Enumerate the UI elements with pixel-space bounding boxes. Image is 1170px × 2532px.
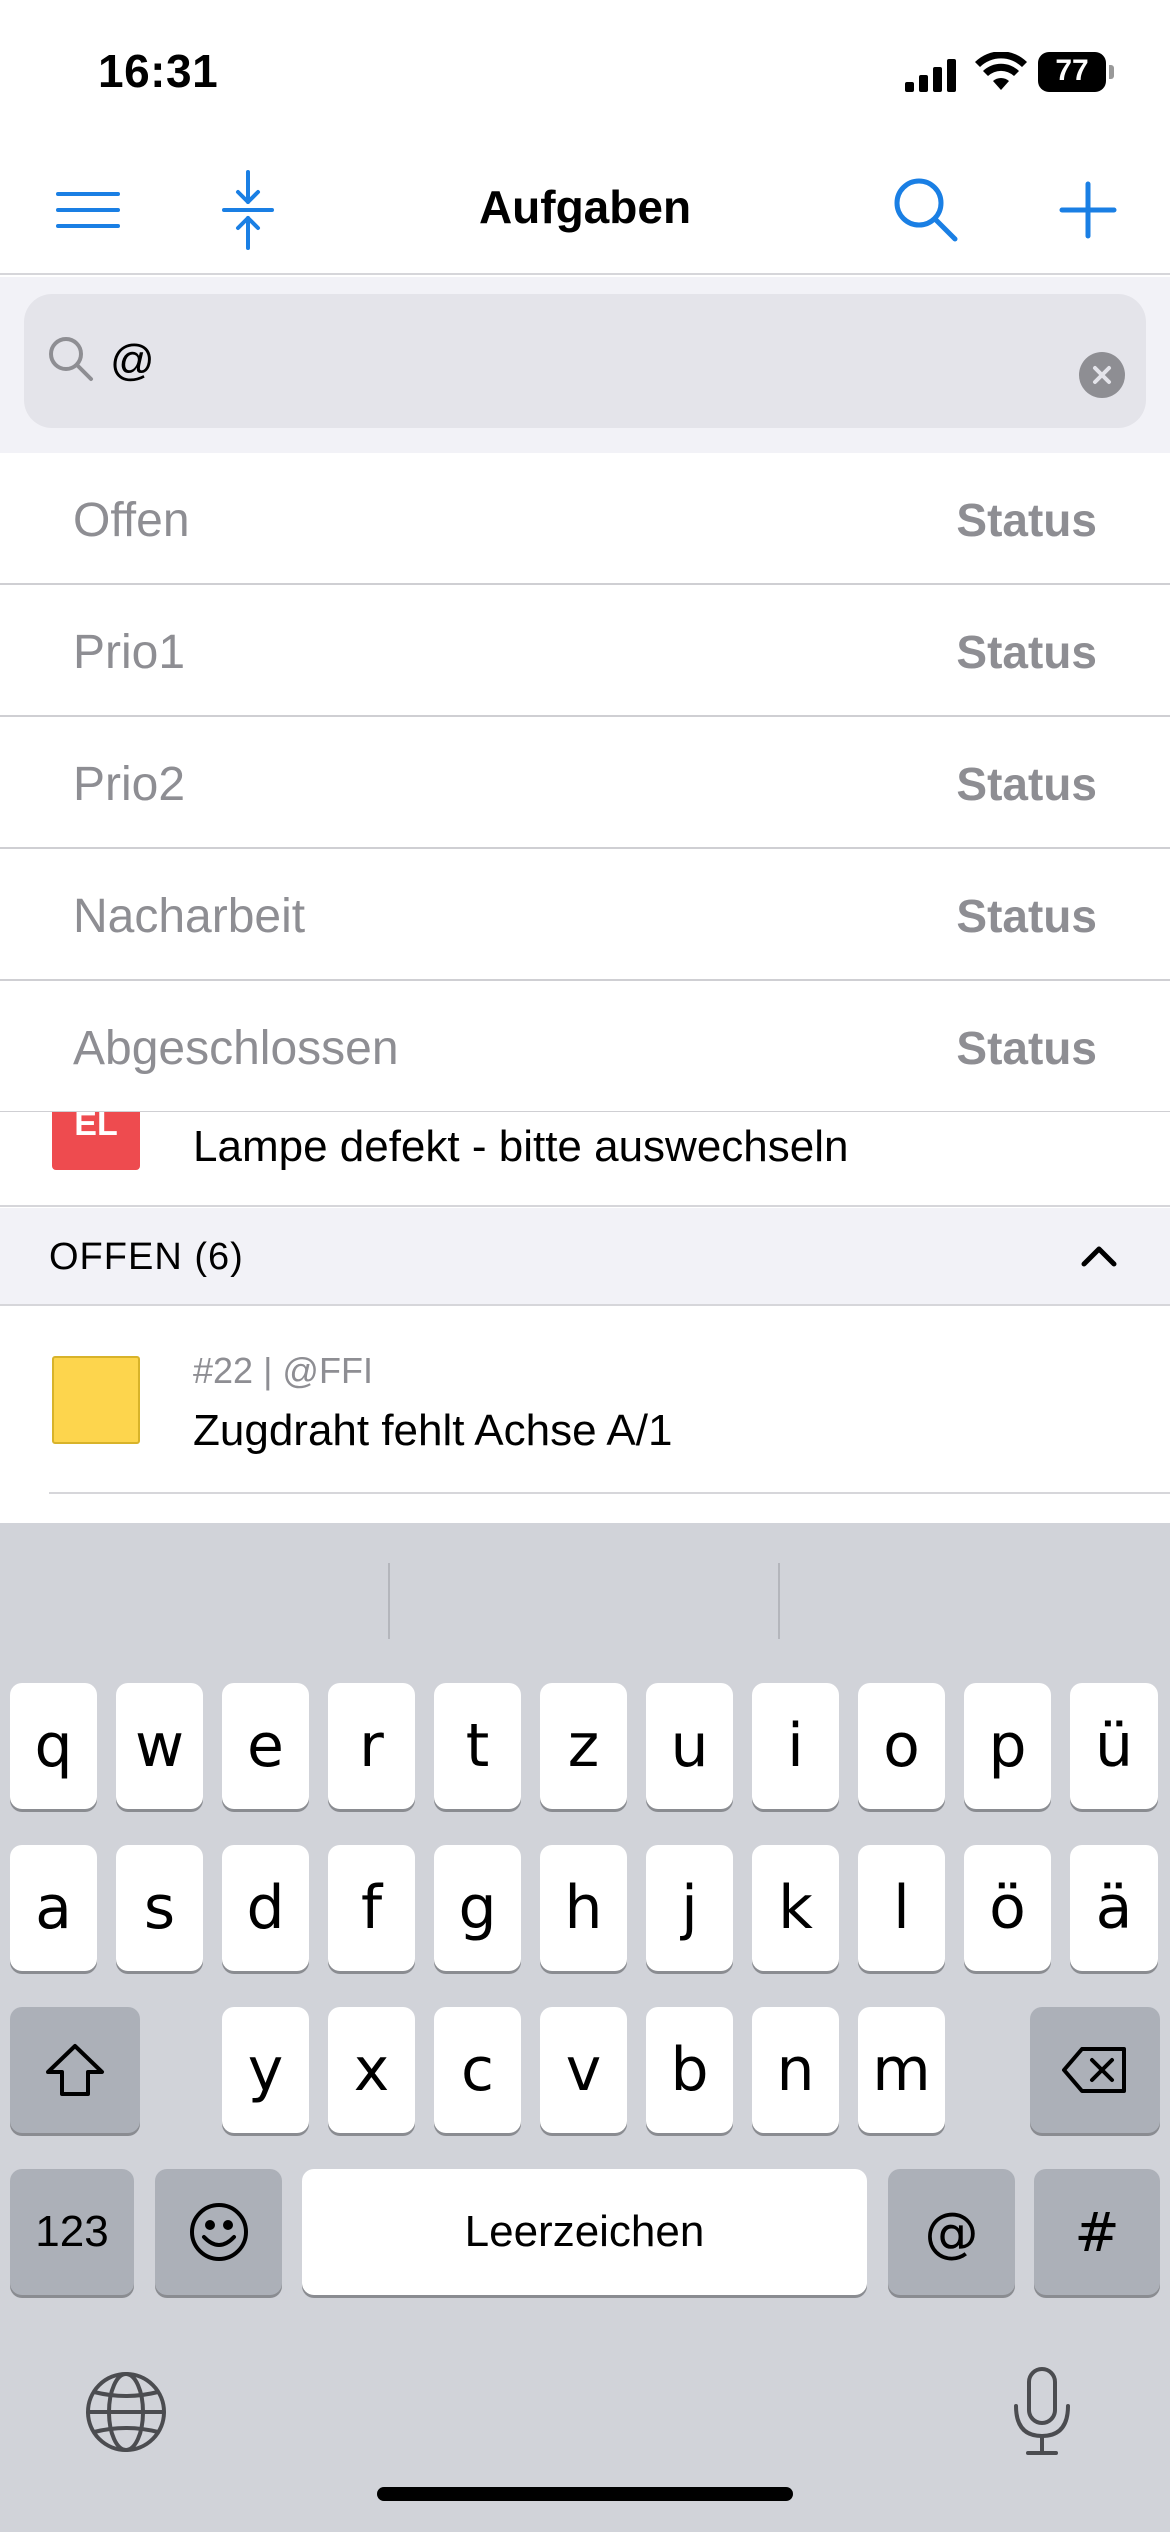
filter-label: Abgeschlossen: [73, 1022, 399, 1075]
status-time: 16:31: [98, 45, 219, 97]
section-title: OFFEN (6): [49, 1236, 244, 1278]
hash-key[interactable]: #: [1034, 2169, 1160, 2295]
key-j[interactable]: j: [646, 1845, 733, 1971]
search-icon: [894, 178, 958, 242]
status-filter-list: Offen Status Prio1 Status Prio2 Status N…: [0, 453, 1170, 1113]
key-b[interactable]: b: [646, 2007, 733, 2133]
keyboard: q w e r t z u i o p ü a s d f g h j k l …: [0, 1523, 1170, 2532]
key-oe[interactable]: ö: [964, 1845, 1051, 1971]
filter-row-abgeschlossen[interactable]: Abgeschlossen Status: [0, 981, 1170, 1113]
key-a[interactable]: a: [10, 1845, 97, 1971]
key-o[interactable]: o: [858, 1683, 945, 1809]
filter-status: Status: [956, 494, 1097, 546]
key-h[interactable]: h: [540, 1845, 627, 1971]
key-s[interactable]: s: [116, 1845, 203, 1971]
microphone-icon[interactable]: [1010, 2366, 1074, 2458]
key-i[interactable]: i: [752, 1683, 839, 1809]
at-key[interactable]: @: [888, 2169, 1015, 2295]
section-header[interactable]: OFFEN (6): [0, 1208, 1170, 1306]
key-y[interactable]: y: [222, 2007, 309, 2133]
task-tag: EL: [52, 1112, 140, 1170]
navigation-bar: Aufgaben: [0, 140, 1170, 275]
key-ae[interactable]: ä: [1070, 1845, 1158, 1971]
emoji-icon: [189, 2203, 248, 2261]
task-color-swatch: [52, 1356, 140, 1444]
key-l[interactable]: l: [858, 1845, 945, 1971]
home-indicator: [377, 2487, 793, 2501]
filter-label: Prio2: [73, 758, 186, 811]
filter-status: Status: [956, 758, 1097, 810]
key-w[interactable]: w: [116, 1683, 203, 1809]
clear-search-button[interactable]: [1079, 352, 1125, 398]
key-k[interactable]: k: [752, 1845, 839, 1971]
cellular-signal-icon: [905, 59, 956, 92]
battery-level: 77: [1055, 54, 1089, 87]
filter-row-offen[interactable]: Offen Status: [0, 453, 1170, 585]
search-field[interactable]: @: [24, 294, 1146, 428]
search-input[interactable]: @: [110, 336, 155, 386]
key-c[interactable]: c: [434, 2007, 521, 2133]
filter-label: Nacharbeit: [73, 890, 306, 943]
task-meta: #22 | @FFI: [193, 1350, 373, 1391]
add-task-button[interactable]: [1048, 170, 1128, 250]
emoji-key[interactable]: [155, 2169, 282, 2295]
filter-row-prio2[interactable]: Prio2 Status: [0, 717, 1170, 849]
shift-key[interactable]: [10, 2007, 140, 2133]
backspace-key[interactable]: [1030, 2007, 1160, 2133]
key-t[interactable]: t: [434, 1683, 521, 1809]
key-m[interactable]: m: [858, 2007, 945, 2133]
key-x[interactable]: x: [328, 2007, 415, 2133]
key-v[interactable]: v: [540, 2007, 627, 2133]
filter-row-nacharbeit[interactable]: Nacharbeit Status: [0, 849, 1170, 981]
key-u[interactable]: u: [646, 1683, 733, 1809]
backspace-icon: [1062, 2047, 1126, 2093]
key-p[interactable]: p: [964, 1683, 1051, 1809]
task-title: Lampe defekt - bitte auswechseln: [193, 1122, 849, 1171]
page-title: Aufgaben: [478, 181, 692, 233]
search-button[interactable]: [886, 170, 966, 250]
task-title: Zugdraht fehlt Achse A/1: [193, 1406, 673, 1455]
filter-status: Status: [956, 1022, 1097, 1074]
key-r[interactable]: r: [328, 1683, 415, 1809]
key-n[interactable]: n: [752, 2007, 839, 2133]
filter-status: Status: [956, 890, 1097, 942]
space-key[interactable]: Leerzeichen: [302, 2169, 867, 2295]
suggestion-divider: [388, 1563, 390, 1639]
key-ue[interactable]: ü: [1070, 1683, 1158, 1809]
divider: [49, 1492, 1170, 1494]
wifi-icon: [975, 52, 1027, 90]
key-f[interactable]: f: [328, 1845, 415, 1971]
filter-row-prio1[interactable]: Prio1 Status: [0, 585, 1170, 717]
filter-label: Offen: [73, 494, 190, 547]
key-d[interactable]: d: [222, 1845, 309, 1971]
task-row[interactable]: #22 | @FFI Zugdraht fehlt Achse A/1: [0, 1308, 1170, 1523]
chevron-up-icon[interactable]: [1078, 1238, 1120, 1274]
plus-icon: [1059, 181, 1117, 239]
globe-icon[interactable]: [84, 2370, 168, 2454]
key-z[interactable]: z: [540, 1683, 627, 1809]
key-q[interactable]: q: [10, 1683, 97, 1809]
close-icon: [1093, 366, 1111, 384]
suggestion-divider: [778, 1563, 780, 1639]
search-icon: [49, 337, 93, 381]
key-e[interactable]: e: [222, 1683, 309, 1809]
status-bar: 16:31 77: [0, 0, 1170, 140]
shift-icon: [46, 2044, 104, 2096]
battery-icon: 77: [1038, 52, 1114, 92]
filter-status: Status: [956, 626, 1097, 678]
numbers-key[interactable]: 123: [10, 2169, 134, 2295]
search-area: @: [0, 277, 1170, 453]
filter-label: Prio1: [73, 626, 186, 679]
key-g[interactable]: g: [434, 1845, 521, 1971]
task-row[interactable]: EL Lampe defekt - bitte auswechseln: [0, 1112, 1170, 1207]
